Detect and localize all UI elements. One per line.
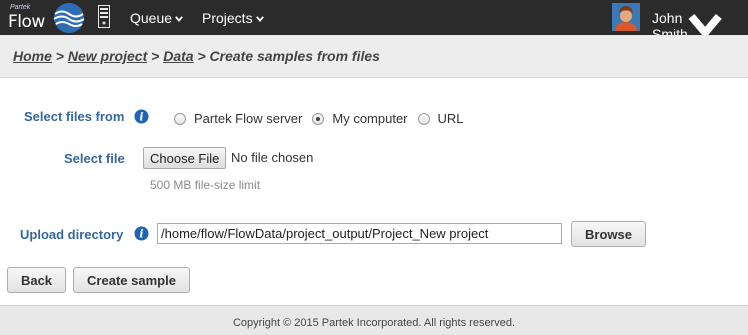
queue-menu-label: Queue [130,10,173,26]
breadcrumb-data-link[interactable]: Data [163,48,193,64]
file-source-radio-group: Partek Flow server My computer URL [174,111,474,126]
top-navbar: Partek Flow Queue Projects John Smith [0,0,748,42]
breadcrumb-new-project-link[interactable]: New project [68,48,147,64]
copyright-text: Copyright © 2015 Partek Incorporated. Al… [232,317,516,329]
projects-menu[interactable]: Projects [202,10,264,26]
radio-button[interactable] [312,112,325,125]
chevron-down-icon [175,16,183,22]
upload-directory-label: Upload directory [20,227,124,242]
breadcrumb-separator: > [151,48,164,64]
partek-flow-logo-icon [53,3,85,33]
footer: Copyright © 2015 Partek Incorporated. Al… [0,305,748,335]
breadcrumb-separator: > [197,48,210,64]
logo-brand-small: Partek [10,4,31,11]
upload-directory-input[interactable] [157,223,562,244]
file-status-text: No file chosen [231,150,314,165]
svg-text:i: i [139,228,143,241]
svg-text:i: i [139,111,143,124]
file-size-limit-hint: 500 MB file-size limit [150,178,261,192]
breadcrumb-separator: > [55,48,68,64]
choose-file-button[interactable]: Choose File [143,147,227,169]
server-icon[interactable] [98,5,110,28]
select-file-label: Select file [64,151,125,166]
info-icon[interactable]: i [134,109,149,124]
breadcrumb-bar: Home > New project > Data > Create sampl… [0,35,748,78]
breadcrumb: Home > New project > Data > Create sampl… [13,48,380,64]
queue-menu[interactable]: Queue [130,10,183,26]
radio-button[interactable] [174,112,186,125]
avatar[interactable] [612,3,640,31]
logo-brand-text: Flow [8,12,45,32]
create-sample-button[interactable]: Create sample [73,267,190,293]
radio-label: Partek Flow server [194,111,303,126]
select-files-from-label: Select files from [24,109,125,124]
radio-label: URL [437,111,464,126]
breadcrumb-current: Create samples from files [209,48,380,64]
radio-button[interactable] [417,112,430,125]
back-button[interactable]: Back [7,267,66,293]
breadcrumb-home-link[interactable]: Home [13,48,52,64]
chevron-down-icon [255,16,264,22]
partek-flow-logo[interactable]: Partek Flow [6,2,86,34]
user-avatar-icon [612,3,640,31]
projects-menu-label: Projects [202,10,253,26]
radio-label: My computer [332,111,408,126]
radio-my-computer[interactable]: My computer [312,111,408,126]
info-icon[interactable]: i [134,226,149,241]
radio-url[interactable]: URL [417,111,464,126]
radio-partek-flow-server[interactable]: Partek Flow server [174,111,302,126]
browse-button[interactable]: Browse [571,221,646,247]
